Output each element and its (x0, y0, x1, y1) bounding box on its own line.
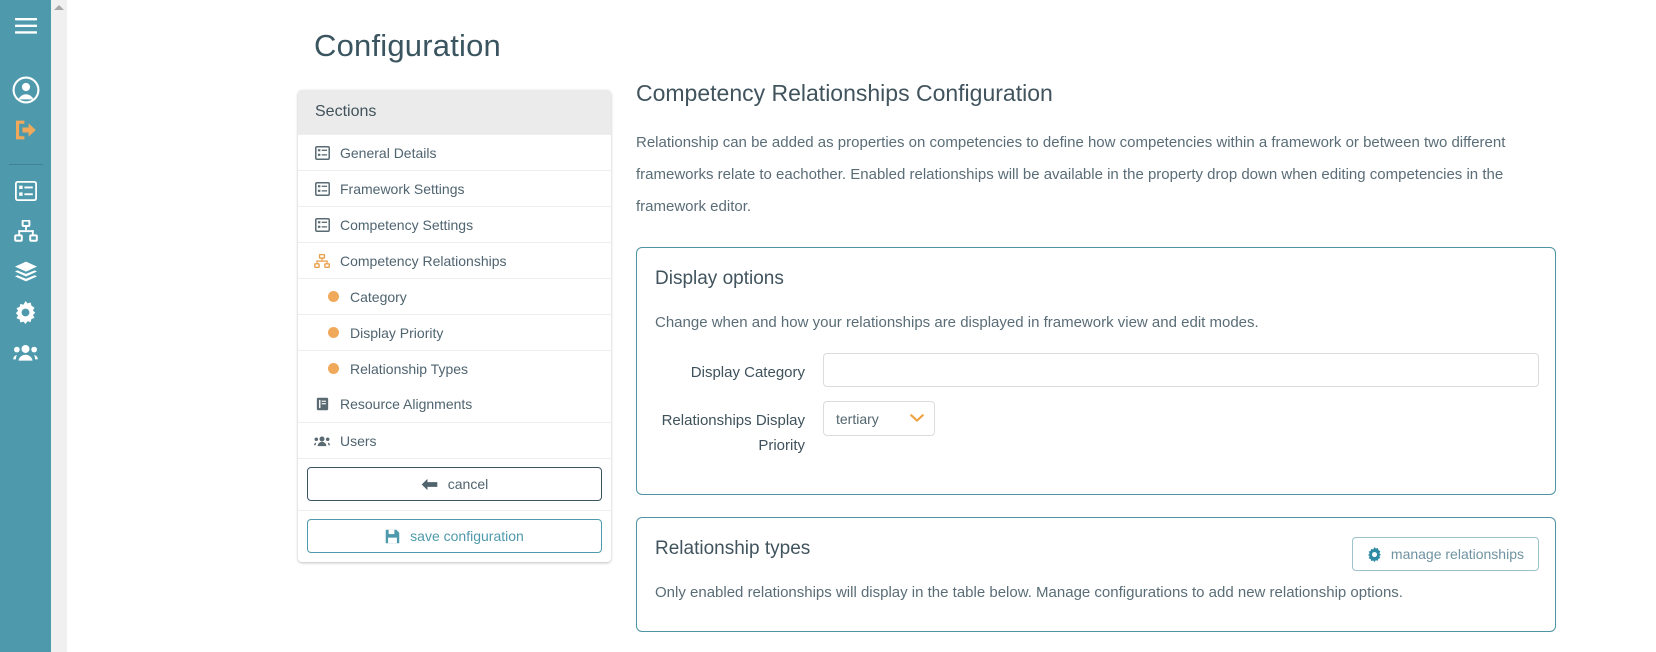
sidebar-item-label: Display Priority (350, 324, 444, 341)
table-list-icon (314, 217, 330, 232)
sidebar-item-label: Framework Settings (340, 180, 465, 197)
sidebar-item-framework-settings[interactable]: Framework Settings (298, 170, 611, 206)
display-priority-value: tertiary (836, 410, 879, 427)
sidebar-item-label: Competency Settings (340, 216, 474, 233)
display-category-row: Display Category (653, 353, 1539, 387)
save-configuration-button[interactable]: save configuration (307, 519, 602, 553)
cancel-button[interactable]: cancel (307, 467, 602, 501)
users-icon[interactable] (0, 343, 51, 362)
cancel-button-row: cancel (298, 458, 611, 510)
dot-icon (324, 327, 340, 338)
display-options-card: Display options Change when and how your… (636, 247, 1556, 495)
app-sidebar (0, 0, 51, 652)
sitemap-icon (314, 253, 330, 268)
display-options-title: Display options (655, 268, 784, 289)
sidebar-item-category[interactable]: Category (298, 278, 611, 314)
sidebar-item-resource-alignments[interactable]: Resource Alignments (298, 386, 611, 422)
sidebar-item-label: Competency Relationships (340, 252, 507, 269)
sidebar-item-label: Category (350, 288, 407, 305)
dot-icon (324, 291, 340, 302)
save-button-row: save configuration (298, 510, 611, 562)
sidebar-item-label: Resource Alignments (340, 396, 473, 412)
gear-icon (1367, 546, 1382, 562)
user-account-icon[interactable] (0, 76, 51, 104)
chevron-down-icon (910, 414, 924, 423)
book-icon (314, 397, 330, 411)
sidebar-item-competency-relationships[interactable]: Competency Relationships (298, 242, 611, 278)
hamburger-menu-icon[interactable] (0, 0, 51, 42)
table-list-icon (314, 145, 330, 160)
sitemap-icon[interactable] (0, 220, 51, 242)
gear-icon[interactable] (0, 301, 51, 324)
relationship-types-title: Relationship types (655, 538, 811, 559)
page-scrollbar[interactable] (51, 0, 67, 652)
cancel-button-label: cancel (447, 476, 489, 492)
sidebar-item-general-details[interactable]: General Details (298, 134, 611, 170)
sidebar-item-competency-settings[interactable]: Competency Settings (298, 206, 611, 242)
sections-panel-header: Sections (298, 90, 611, 134)
sidebar-item-label: Users (340, 432, 377, 449)
relationships-display-priority-select[interactable]: tertiary (823, 401, 935, 436)
sidebar-item-label: General Details (340, 144, 437, 161)
sections-panel: Sections General Details Framework Setti… (298, 90, 611, 562)
sidebar-divider (8, 164, 43, 165)
save-disk-icon (385, 529, 400, 544)
display-priority-label: Relationships Display Priority (661, 412, 805, 454)
list-icon[interactable] (0, 181, 51, 201)
layers-icon[interactable] (0, 261, 51, 282)
save-configuration-button-label: save configuration (410, 528, 524, 544)
sidebar-item-users[interactable]: Users (298, 422, 611, 458)
main-description: Relationship can be added as properties … (636, 134, 1506, 215)
page-title: Configuration (314, 28, 501, 63)
sidebar-item-label: Relationship Types (350, 360, 469, 377)
relationship-types-card: Relationship types manage relationships … (636, 517, 1556, 632)
dot-icon (324, 363, 340, 374)
main-heading: Competency Relationships Configuration (636, 80, 1053, 106)
manage-relationships-button-label: manage relationships (1390, 546, 1524, 562)
logout-icon[interactable] (0, 118, 51, 142)
sidebar-item-relationship-types[interactable]: Relationship Types (298, 350, 611, 386)
sidebar-item-display-priority[interactable]: Display Priority (298, 314, 611, 350)
manage-relationships-button[interactable]: manage relationships (1351, 537, 1539, 571)
table-list-icon (314, 181, 330, 196)
content-area: Configuration Sections General Details F… (67, 0, 1656, 652)
display-category-label: Display Category (690, 364, 805, 381)
relationship-types-description: Only enabled relationships will display … (655, 584, 1403, 601)
users-icon (314, 435, 330, 447)
display-options-description: Change when and how your relationships a… (655, 314, 1259, 331)
scroll-up-arrow-icon[interactable] (54, 5, 64, 10)
main-column: Competency Relationships Configuration R… (636, 80, 1556, 652)
display-category-input[interactable] (823, 353, 1539, 387)
display-priority-row: Relationships Display Priority tertiary (653, 401, 1539, 458)
arrow-left-icon (421, 478, 438, 491)
